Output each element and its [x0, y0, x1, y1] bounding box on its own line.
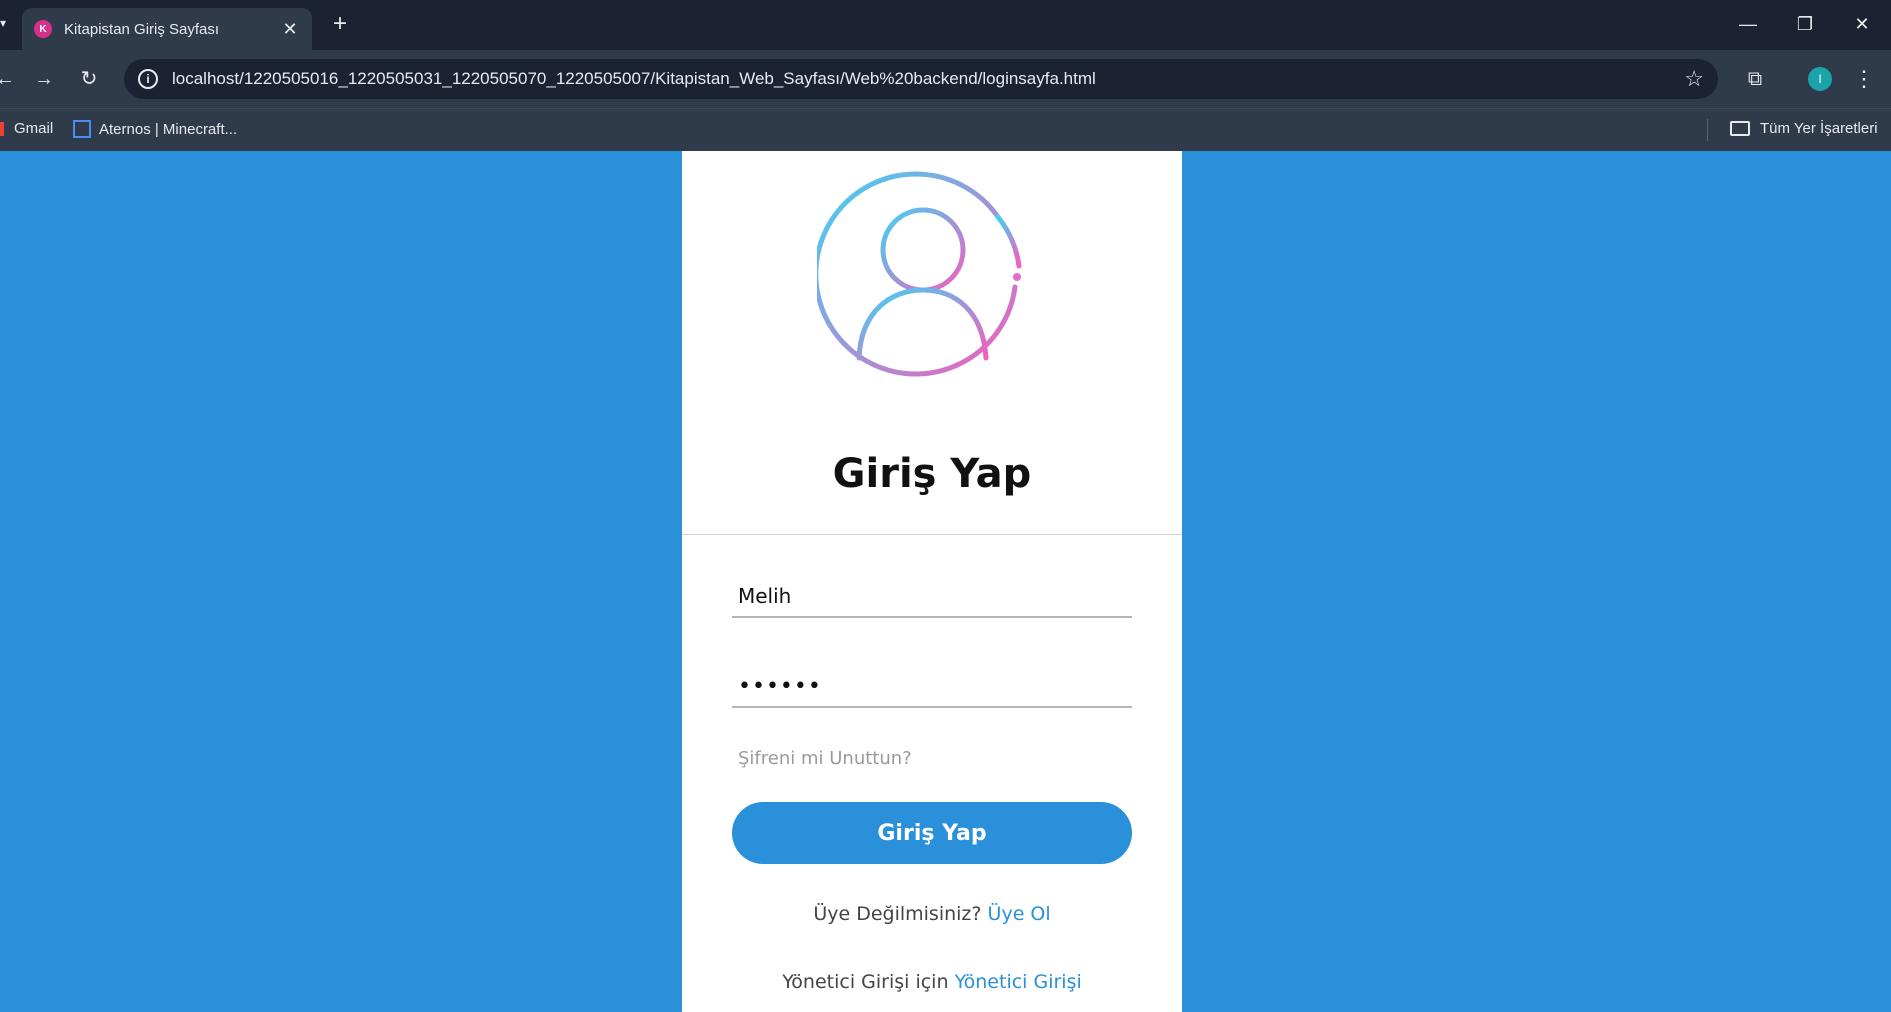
tab-close-icon[interactable]: ✕ — [280, 19, 300, 40]
profile-avatar[interactable]: I — [1808, 67, 1832, 91]
reload-icon[interactable]: ↻ — [74, 64, 104, 94]
username-input[interactable] — [732, 576, 1132, 618]
browser-tab-bar: ▾ K Kitapistan Giriş Sayfası ✕ + — ❐ ✕ — [0, 0, 1891, 50]
title-divider — [682, 534, 1182, 535]
bookmark-aternos[interactable]: Aternos | Minecraft... — [73, 120, 237, 138]
user-avatar-icon — [817, 171, 1022, 377]
page-title: Giriş Yap — [832, 451, 1032, 497]
admin-prompt: Yönetici Girişi için — [782, 971, 949, 993]
gmail-icon — [0, 121, 4, 136]
extensions-icon[interactable]: ⧉ — [1740, 64, 1770, 94]
admin-line: Yönetici Girişi için Yönetici Girişi — [682, 971, 1182, 993]
tab-search-chevron-icon[interactable]: ▾ — [0, 16, 10, 30]
bookmark-label: Aternos | Minecraft... — [99, 120, 238, 138]
new-tab-icon[interactable]: + — [326, 10, 354, 38]
forward-icon[interactable]: → — [29, 64, 59, 94]
bookmark-gmail[interactable]: Gmail — [0, 120, 53, 137]
minimize-icon[interactable]: — — [1728, 10, 1768, 38]
register-link[interactable]: Üye Ol — [988, 903, 1051, 925]
back-icon[interactable]: ← — [0, 64, 20, 94]
page-background: Giriş Yap Şifreni mi Unuttun? Giriş Yap … — [0, 151, 1891, 1012]
forgot-password-link[interactable]: Şifreni mi Unuttun? — [738, 748, 912, 769]
tab-favicon-icon: K — [34, 20, 52, 38]
register-prompt: Üye Değilmisiniz? — [813, 903, 982, 925]
login-card: Giriş Yap Şifreni mi Unuttun? Giriş Yap … — [682, 151, 1182, 1012]
bookmark-star-icon[interactable]: ☆ — [1684, 66, 1704, 92]
url-text[interactable]: localhost/1220505016_1220505031_12205050… — [172, 69, 1684, 89]
all-bookmarks-button[interactable]: Tüm Yer İşaretleri — [1730, 120, 1878, 137]
admin-login-link[interactable]: Yönetici Girişi — [955, 971, 1082, 993]
browser-toolbar: ← → ↻ i localhost/1220505016_1220505031_… — [0, 50, 1891, 108]
password-input[interactable] — [732, 666, 1132, 708]
folder-icon — [1730, 121, 1750, 136]
bookmarks-divider — [1707, 119, 1708, 141]
login-button[interactable]: Giriş Yap — [732, 802, 1132, 864]
browser-menu-icon[interactable]: ⋮ — [1852, 64, 1876, 94]
bookmark-label: Gmail — [14, 120, 54, 137]
address-bar[interactable]: i localhost/1220505016_1220505031_122050… — [124, 59, 1718, 99]
restore-icon[interactable]: ❐ — [1785, 10, 1825, 38]
aternos-icon — [73, 120, 91, 138]
tab-title: Kitapistan Giriş Sayfası — [64, 20, 220, 38]
site-info-icon[interactable]: i — [138, 69, 158, 89]
all-bookmarks-label: Tüm Yer İşaretleri — [1760, 120, 1878, 137]
bookmarks-bar: Gmail Aternos | Minecraft... Tüm Yer İşa… — [0, 108, 1891, 151]
close-window-icon[interactable]: ✕ — [1842, 10, 1882, 38]
browser-tab[interactable]: K Kitapistan Giriş Sayfası ✕ — [22, 8, 312, 50]
register-line: Üye Değilmisiniz? Üye Ol — [682, 903, 1182, 925]
